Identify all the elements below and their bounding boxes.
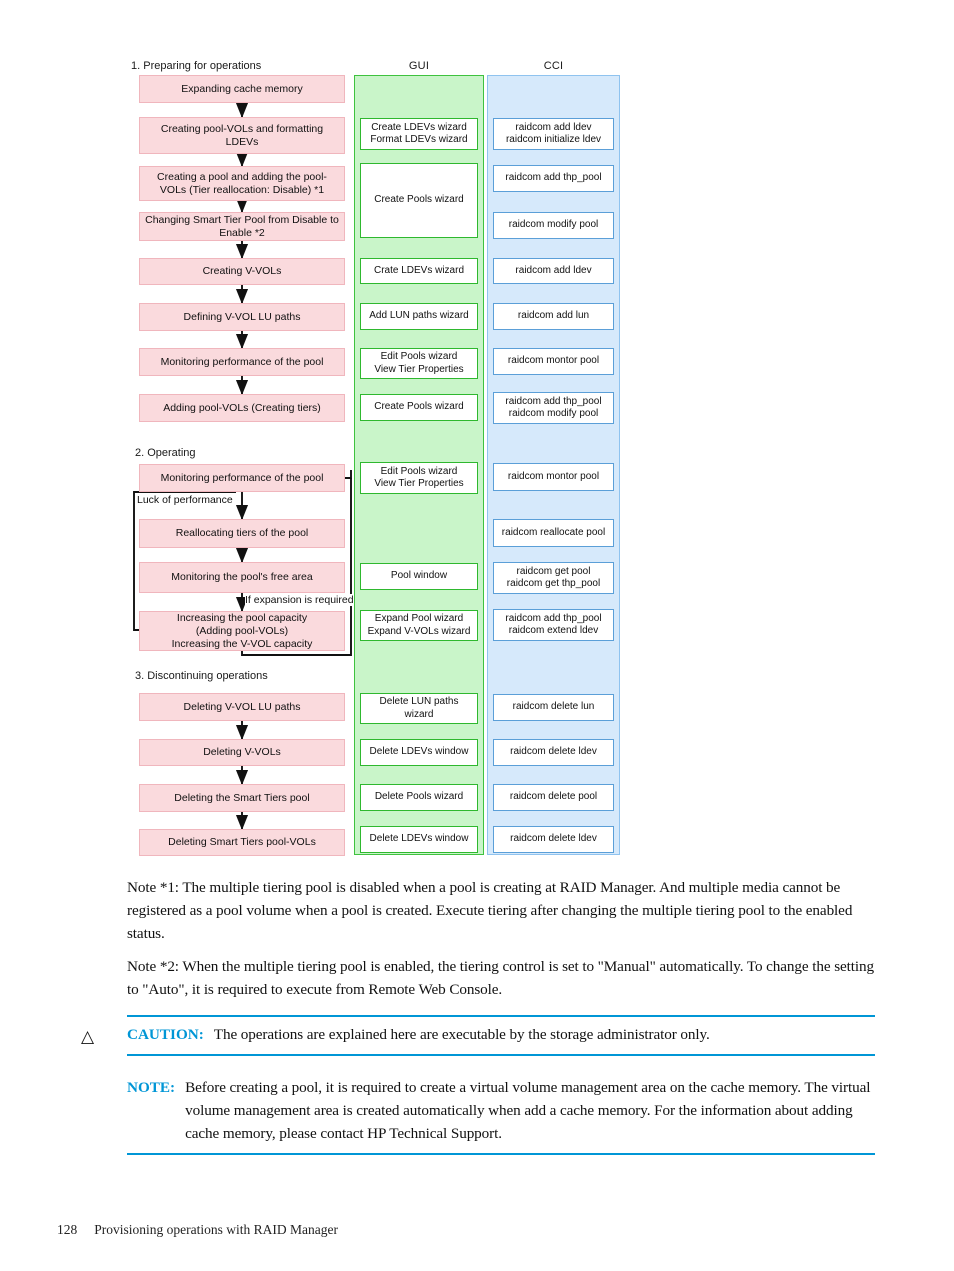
note-rule-bottom (127, 1153, 875, 1155)
gui-item-edit-pools-wizard-2: Edit Pools wizard View Tier Properties (360, 462, 478, 494)
flow-step-reallocating-tiers: Reallocating tiers of the pool (139, 519, 345, 548)
gui-item-pool-window: Pool window (360, 563, 478, 590)
flow-step-creating-pool-adding-pool-vols: Creating a pool and adding the pool-VOLs… (139, 166, 345, 201)
caution-triangle-icon: △ (81, 1027, 95, 1047)
flow-step-deleting-smart-tiers-pool-vols: Deleting Smart Tiers pool-VOLs (139, 829, 345, 856)
flow-step-creating-v-vols: Creating V-VOLs (139, 258, 345, 285)
gui-item-crate-ldevs-wizard: Crate LDEVs wizard (360, 258, 478, 284)
gui-item-delete-ldevs-window-2: Delete LDEVs window (360, 826, 478, 853)
flow-step-deleting-v-vols: Deleting V-VOLs (139, 739, 345, 766)
note-admonition: NOTE: Before creating a pool, it is requ… (127, 1070, 875, 1155)
gui-item-create-format-ldevs-wizard: Create LDEVs wizard Format LDEVs wizard (360, 118, 478, 150)
cci-item-add-thp-pool-modify-pool: raidcom add thp_pool raidcom modify pool (493, 392, 614, 424)
cci-item-modify-pool: raidcom modify pool (493, 212, 614, 239)
gui-item-delete-lun-paths-wizard: Delete LUN paths wizard (360, 693, 478, 724)
gui-item-add-lun-paths-wizard: Add LUN paths wizard (360, 303, 478, 330)
cci-item-add-initialize-ldev: raidcom add ldev raidcom initialize ldev (493, 118, 614, 150)
cci-item-montor-pool-2: raidcom montor pool (493, 463, 614, 491)
caution-keyword: CAUTION: (127, 1026, 204, 1043)
flow-step-monitoring-performance-2: Monitoring performance of the pool (139, 464, 345, 492)
process-flow-diagram: GUI CCI 1. Preparing for operations 2. O… (0, 0, 954, 880)
cci-item-montor-pool-1: raidcom montor pool (493, 348, 614, 375)
note-text: Before creating a pool, it is required t… (185, 1079, 871, 1142)
cci-item-delete-ldev-2: raidcom delete ldev (493, 826, 614, 853)
flow-step-deleting-smart-tiers-pool: Deleting the Smart Tiers pool (139, 784, 345, 812)
cci-item-add-lun: raidcom add lun (493, 303, 614, 330)
cci-item-get-pool-get-thp-pool: raidcom get pool raidcom get thp_pool (493, 562, 614, 594)
notes-and-admonitions: Note *1: The multiple tiering pool is di… (81, 876, 875, 1155)
flow-step-defining-v-vol-lu-paths: Defining V-VOL LU paths (139, 303, 345, 331)
arrow-label-if-expansion-required: If expansion is required (245, 594, 354, 606)
caution-text: The operations are explained here are ex… (213, 1026, 710, 1043)
cci-item-delete-pool: raidcom delete pool (493, 784, 614, 811)
note-1-paragraph: Note *1: The multiple tiering pool is di… (127, 879, 853, 942)
cci-item-delete-ldev-1: raidcom delete ldev (493, 739, 614, 766)
gui-item-create-pools-wizard-2: Create Pools wizard (360, 394, 478, 421)
cci-item-reallocate-pool: raidcom reallocate pool (493, 519, 614, 547)
caution-rule-bottom (127, 1054, 875, 1056)
cci-item-add-thp-pool: raidcom add thp_pool (493, 165, 614, 192)
gui-item-expand-pool-wizard: Expand Pool wizard Expand V-VOLs wizard (360, 610, 478, 641)
page-footer: 128 Provisioning operations with RAID Ma… (57, 1222, 338, 1238)
flow-step-monitoring-free-area: Monitoring the pool's free area (139, 562, 345, 593)
note-2-paragraph: Note *2: When the multiple tiering pool … (127, 958, 875, 998)
gui-item-delete-ldevs-window-1: Delete LDEVs window (360, 739, 478, 766)
flow-step-increasing-pool-capacity: Increasing the pool capacity (Adding poo… (139, 611, 345, 651)
cci-item-delete-lun: raidcom delete lun (493, 694, 614, 721)
gui-item-edit-pools-wizard-1: Edit Pools wizard View Tier Properties (360, 348, 478, 379)
caution-admonition: △ CAUTION: The operations are explained … (81, 1015, 875, 1056)
footer-page-number: 128 (57, 1222, 78, 1237)
flow-step-changing-smart-tier-pool: Changing Smart Tier Pool from Disable to… (139, 212, 345, 241)
flow-step-expanding-cache-memory: Expanding cache memory (139, 75, 345, 103)
arrow-label-luck-of-performance: Luck of performance (137, 494, 233, 506)
gui-item-delete-pools-wizard: Delete Pools wizard (360, 784, 478, 811)
cci-item-add-thp-pool-extend-ldev: raidcom add thp_pool raidcom extend ldev (493, 609, 614, 641)
footer-chapter-title: Provisioning operations with RAID Manage… (94, 1222, 338, 1237)
flow-step-adding-pool-vols-tiers: Adding pool-VOLs (Creating tiers) (139, 394, 345, 422)
gui-item-create-pools-wizard-1: Create Pools wizard (360, 163, 478, 238)
flow-step-monitoring-performance-1: Monitoring performance of the pool (139, 348, 345, 376)
note-keyword: NOTE: (127, 1079, 176, 1096)
cci-item-add-ldev: raidcom add ldev (493, 258, 614, 284)
flow-step-deleting-v-vol-lu-paths: Deleting V-VOL LU paths (139, 693, 345, 721)
flow-step-creating-pool-vols: Creating pool-VOLs and formatting LDEVs (139, 117, 345, 154)
